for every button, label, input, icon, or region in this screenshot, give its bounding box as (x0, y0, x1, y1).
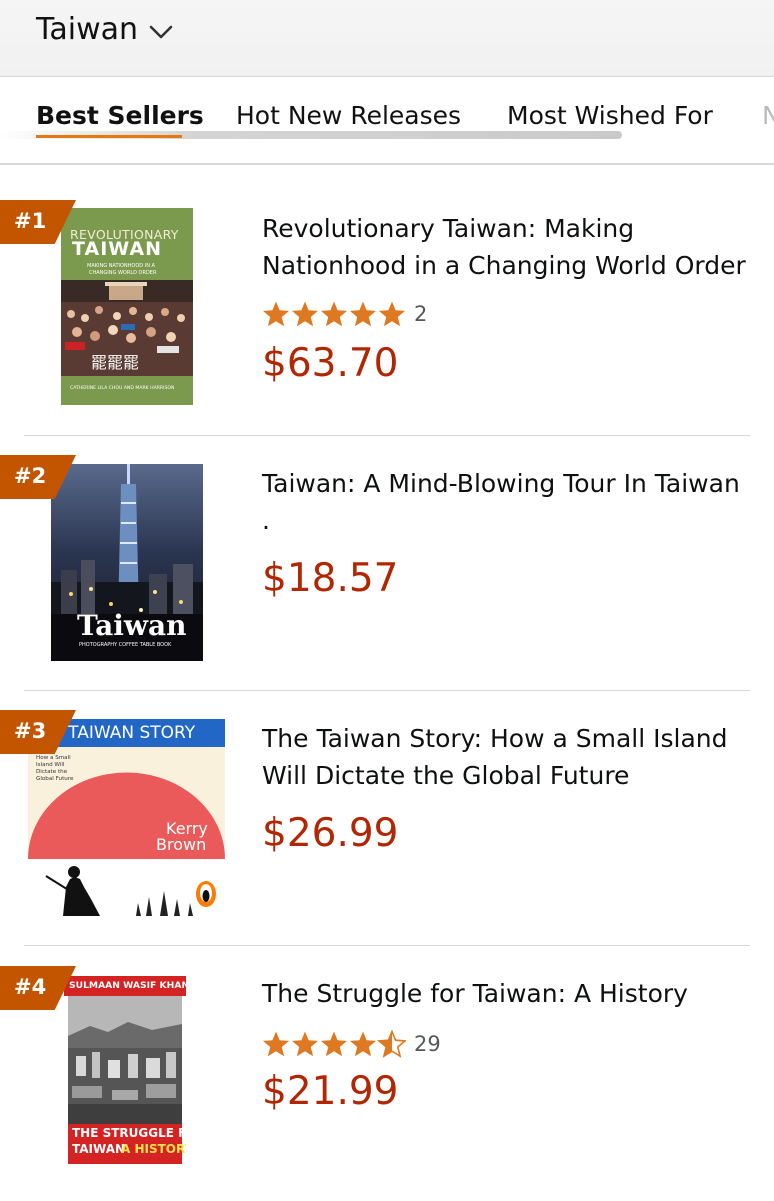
cover-title-main: TAIWAN (72, 238, 162, 260)
book-cover[interactable]: REVOLUTIONARY TAIWAN MAKING NATIONHOOD I… (61, 208, 193, 405)
cover-title-line: A HISTORY (121, 1142, 186, 1156)
cover-title-line: TAIWAN (72, 1142, 126, 1156)
list-item[interactable]: #2 Taiwan PHOTOGRAPHY COFFEE TABLE BOOK … (0, 435, 774, 691)
cover-author: SULMAAN WASIF KHAN (69, 980, 186, 991)
price: $21.99 (262, 1069, 399, 1114)
list-item[interactable]: #3 E TAIWAN STORY How a Small Island Wil… (0, 690, 774, 946)
tab-most-wished-for[interactable]: Most Wished For (507, 99, 713, 133)
cover-subtitle: PHOTOGRAPHY COFFEE TABLE BOOK (79, 642, 172, 648)
review-count: 2 (414, 302, 428, 326)
svg-text:罷罷罷: 罷罷罷 (91, 353, 139, 372)
star-rating[interactable]: 29 (262, 1030, 441, 1058)
book-cover[interactable]: E TAIWAN STORY How a Small Island Will D… (28, 719, 225, 916)
tab-best-sellers[interactable]: Best Sellers (36, 99, 204, 133)
cover-subtitle: CHANGING WORLD ORDER (89, 270, 157, 276)
five-stars-icon (263, 301, 405, 327)
rank-label: #1 (14, 209, 47, 233)
crowd-photo: 罷罷罷 (61, 280, 193, 376)
book-cover[interactable]: SULMAAN WASIF KHAN THE STRUGGLE FOR TAIW… (64, 976, 186, 1173)
price: $26.99 (262, 811, 399, 856)
price: $18.57 (262, 556, 399, 601)
cover-title-line: THE STRUGGLE FOR (72, 1126, 186, 1140)
four-and-half-stars-icon (263, 1030, 406, 1057)
cover-subtitle: MAKING NATIONHOOD IN A (87, 263, 155, 269)
rank-label: #3 (14, 719, 47, 743)
chevron-down-icon (149, 25, 173, 39)
cover-author: Brown (156, 835, 207, 854)
active-tab-indicator (36, 135, 182, 138)
product-title[interactable]: The Taiwan Story: How a Small Island Wil… (262, 720, 752, 794)
product-title[interactable]: Revolutionary Taiwan: Making Nationhood … (262, 210, 752, 284)
review-count: 29 (414, 1032, 441, 1056)
product-title[interactable]: The Struggle for Taiwan: A History (262, 975, 752, 1012)
category-header: Taiwan (0, 0, 774, 77)
tab-hot-new-releases[interactable]: Hot New Releases (236, 99, 461, 133)
product-title[interactable]: Taiwan: A Mind-Blowing Tour In Taiwan . (262, 465, 752, 539)
star-rating[interactable]: 2 (262, 300, 427, 328)
tab-next-truncated[interactable]: N (762, 99, 774, 133)
rank-label: #2 (14, 464, 47, 488)
list-item[interactable]: #1 REVOLUTIONARY TAIWAN MAKING NATIONHOO… (0, 180, 774, 436)
list-item[interactable]: #4 SULMAAN WASIF KHAN THE STRUGGLE FOR T… (0, 945, 774, 1201)
cover-title: Taiwan (77, 609, 187, 642)
tab-bar: Best Sellers Hot New Releases Most Wishe… (0, 77, 774, 165)
category-dropdown[interactable]: Taiwan (36, 10, 174, 50)
rank-label: #4 (14, 975, 47, 999)
city-photo-grayscale (68, 996, 182, 1124)
cover-authors: CATHERINE LILA CHOU AND MARK HARRISON (70, 386, 175, 391)
category-label: Taiwan (36, 12, 139, 47)
cover-author-band: SULMAAN WASIF KHAN (64, 976, 186, 996)
red-sun-illustration (28, 772, 225, 916)
book-cover[interactable]: Taiwan PHOTOGRAPHY COFFEE TABLE BOOK (51, 464, 203, 661)
price: $63.70 (262, 341, 399, 386)
